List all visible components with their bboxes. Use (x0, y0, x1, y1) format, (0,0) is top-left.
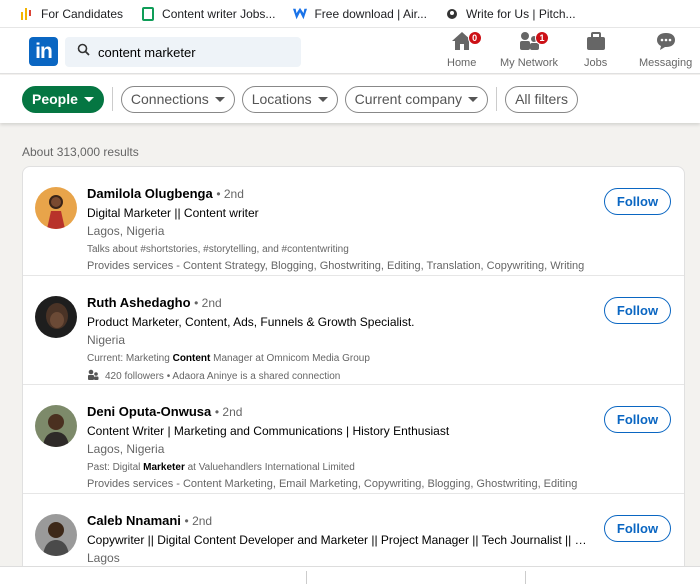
result-name[interactable]: Caleb Nnamani (87, 513, 181, 528)
connection-degree: • 2nd (216, 187, 244, 201)
results-count: About 313,000 results (22, 145, 139, 159)
connection-degree: • 2nd (194, 296, 222, 310)
top-nav: in 0 Home 1 My Network Jobs (0, 28, 700, 74)
result-services: Provides services - Content Marketing, E… (87, 478, 578, 490)
chat-icon (655, 31, 677, 54)
follow-button[interactable]: Follow (604, 515, 671, 542)
connection-degree: • 2nd (214, 405, 243, 419)
follow-button[interactable]: Follow (604, 188, 671, 215)
avatar[interactable] (35, 187, 77, 229)
bookmark-free-download[interactable]: Free download | Air... (293, 7, 427, 21)
result-location: Lagos, Nigeria (87, 224, 165, 238)
bookmark-label: Free download | Air... (314, 6, 427, 21)
nav-home[interactable]: 0 Home (447, 31, 482, 69)
filter-label: Connections (130, 91, 209, 107)
bookmark-label: Write for Us | Pitch... (465, 6, 576, 21)
filter-bar: People Connections Locations Current com… (0, 75, 700, 123)
connection-degree: • 2nd (184, 514, 213, 528)
result-location: Nigeria (87, 333, 126, 347)
result-headline: Content Writer | Marketing and Communica… (87, 424, 450, 438)
nav-messaging[interactable]: Messaging (639, 32, 692, 69)
nav-label: Home (447, 57, 477, 69)
bottom-bar (0, 566, 700, 584)
bookmark-label: Content writer Jobs... (162, 6, 276, 21)
filter-label: Locations (251, 91, 312, 107)
caret-down-icon (468, 96, 479, 102)
caret-down-icon (83, 96, 94, 102)
result-headline: Product Marketer, Content, Ads, Funnels … (87, 315, 415, 329)
filter-label: Current company (354, 91, 463, 107)
search-icon (77, 43, 90, 61)
w-logo-icon (293, 7, 308, 21)
locations-filter-button[interactable]: Locations (241, 85, 338, 113)
result-services: Provides services - Content Strategy, Bl… (87, 260, 585, 272)
filter-label: All filters (515, 91, 568, 107)
bookmarks-bar: For Candidates Content writer Jobs... Fr… (0, 0, 700, 28)
nav-label: My Network (500, 57, 559, 69)
document-icon (141, 6, 155, 21)
nav-jobs[interactable]: Jobs (584, 32, 607, 69)
nav-label: Jobs (584, 57, 608, 69)
result-connections: 420 followers • Adaora Aninye is a share… (87, 369, 587, 383)
result-location: Lagos (87, 551, 120, 565)
result-headline: Copywriter || Digital Content Developer … (87, 533, 587, 547)
avatar[interactable] (35, 296, 77, 338)
nav-label: Messaging (639, 57, 693, 69)
all-filters-button[interactable]: All filters (505, 85, 578, 113)
bookmark-label: For Candidates (41, 6, 124, 21)
home-badge: 0 (467, 31, 482, 45)
bookmark-content-writer-jobs[interactable]: Content writer Jobs... (141, 6, 276, 21)
connections-filter-button[interactable]: Connections (120, 85, 235, 113)
search-box[interactable] (65, 37, 301, 67)
list-item: Damilola Olugbenga • 2nd Digital Markete… (23, 167, 684, 276)
result-name[interactable]: Damilola Olugbenga (87, 186, 213, 201)
caret-down-icon (317, 96, 328, 102)
follow-button[interactable]: Follow (604, 406, 671, 433)
current-company-filter-button[interactable]: Current company (344, 85, 489, 113)
filter-divider (496, 87, 498, 111)
list-item: Deni Oputa-Onwusa • 2nd Content Writer |… (23, 385, 684, 494)
caret-down-icon (214, 96, 225, 102)
result-name[interactable]: Ruth Ashedagho (87, 295, 191, 310)
result-topics: Talks about #shortstories, #storytelling… (87, 244, 349, 255)
result-name[interactable]: Deni Oputa-Onwusa (87, 404, 211, 419)
github-icon (445, 7, 459, 21)
bottom-divider (525, 571, 526, 584)
search-input[interactable] (98, 44, 288, 60)
bottom-divider (306, 571, 307, 584)
briefcase-icon (585, 31, 607, 54)
bookmark-write-for-us[interactable]: Write for Us | Pitch... (445, 7, 576, 21)
nav-my-network[interactable]: 1 My Network (500, 31, 559, 69)
filter-divider (111, 87, 113, 111)
follow-button[interactable]: Follow (604, 297, 671, 324)
result-past-role: Past: Digital Marketer at Valuehandlers … (87, 462, 355, 473)
shared-connection-icon (87, 369, 99, 383)
result-location: Lagos, Nigeria (87, 442, 165, 456)
result-current-role: Current: Marketing Content Manager at Om… (87, 353, 370, 364)
filter-label: People (32, 91, 78, 107)
people-filter-button[interactable]: People (22, 85, 104, 113)
search-results-list: Damilola Olugbenga • 2nd Digital Markete… (22, 166, 685, 584)
avatar[interactable] (35, 405, 77, 447)
avatar[interactable] (35, 514, 77, 556)
list-item: Ruth Ashedagho • 2nd Product Marketer, C… (23, 276, 684, 385)
bars-icon (20, 7, 34, 21)
result-headline: Digital Marketer || Content writer (87, 206, 259, 220)
bookmark-for-candidates[interactable]: For Candidates (20, 7, 123, 21)
followers-text: 420 followers • Adaora Aninye is a share… (105, 370, 341, 382)
linkedin-logo[interactable]: in (29, 37, 58, 66)
network-badge: 1 (535, 31, 550, 45)
